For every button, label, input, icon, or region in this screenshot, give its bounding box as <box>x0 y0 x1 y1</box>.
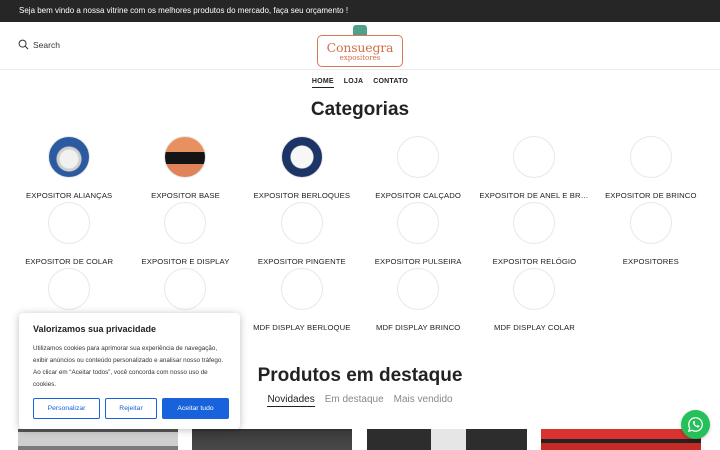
search-label: Search <box>33 39 60 50</box>
announcement-bar: Seja bem vindo a nossa vitrine com os me… <box>0 0 720 22</box>
category-item[interactable]: EXPOSITOR DE ANEL E BRINCO <box>476 136 593 202</box>
category-label: EXPOSITOR CALÇADO <box>375 191 461 200</box>
category-image <box>280 202 323 244</box>
category-image <box>513 136 556 178</box>
nav-contato[interactable]: CONTATO <box>373 78 408 88</box>
tab-mais-vendido[interactable]: Mais vendido <box>394 394 453 407</box>
cookie-text: Utilizamos cookies para aprimorar sua ex… <box>33 345 224 388</box>
category-image <box>48 268 91 310</box>
nav-home[interactable]: HOME <box>311 78 334 88</box>
category-label: EXPOSITOR DE BRINCO <box>605 191 697 200</box>
category-image <box>164 136 207 178</box>
cookie-consent-dialog: Valorizamos sua privacidade Utilizamos c… <box>19 313 240 429</box>
category-label: EXPOSITORES <box>622 257 679 266</box>
category-item[interactable]: EXPOSITORES <box>593 202 709 268</box>
reject-cookies-button[interactable]: Rejeitar <box>105 398 157 419</box>
category-item[interactable]: EXPOSITOR ALIANÇAS <box>11 136 127 202</box>
category-image <box>280 136 323 178</box>
product-card-image[interactable] <box>18 429 178 450</box>
category-image <box>513 268 556 310</box>
main-nav: HOME LOJA CONTATO <box>0 78 720 88</box>
category-image <box>48 202 91 244</box>
categories-title: Categorias <box>310 99 410 120</box>
customize-cookies-button[interactable]: Personalizar <box>33 398 100 419</box>
category-label: MDF DISPLAY BRINCO <box>375 323 461 332</box>
category-image <box>397 136 440 178</box>
logo-subtitle: expositores <box>339 54 381 62</box>
category-item[interactable]: EXPOSITOR CALÇADO <box>360 136 476 202</box>
category-item[interactable]: EXPOSITOR DE COLAR <box>11 202 127 268</box>
category-item[interactable]: MDF DISPLAY BERLOQUE <box>244 268 360 334</box>
category-grid: EXPOSITOR ALIANÇAS EXPOSITOR BASE EXPOSI… <box>11 136 709 334</box>
category-image <box>48 136 91 178</box>
category-image <box>629 136 672 178</box>
site-logo[interactable]: Consuegra expositores <box>317 25 403 69</box>
category-label: MDF DISPLAY COLAR <box>494 323 575 332</box>
category-label: EXPOSITOR RELÓGIO <box>492 257 577 266</box>
category-item[interactable]: MDF DISPLAY COLAR <box>476 268 592 334</box>
category-image <box>164 202 207 244</box>
nav-loja[interactable]: LOJA <box>344 78 363 88</box>
whatsapp-icon <box>687 417 703 433</box>
whatsapp-button[interactable] <box>681 410 710 439</box>
category-image <box>164 268 207 310</box>
accept-cookies-button[interactable]: Aceitar tudo <box>162 398 229 419</box>
category-label: EXPOSITOR BASE <box>151 191 220 200</box>
search-icon <box>18 39 29 50</box>
category-label: EXPOSITOR BERLOQUES <box>253 191 351 200</box>
category-item[interactable]: MDF DISPLAY BRINCO <box>360 268 476 334</box>
category-image <box>280 268 323 310</box>
category-item[interactable]: EXPOSITOR DE BRINCO <box>593 136 709 202</box>
category-item[interactable]: EXPOSITOR E DISPLAY <box>127 202 243 268</box>
category-label: EXPOSITOR PINGENTE <box>257 257 346 266</box>
tab-novidades[interactable]: Novidades <box>267 394 315 407</box>
product-card-image[interactable] <box>192 429 352 450</box>
category-image <box>397 268 440 310</box>
category-item[interactable]: EXPOSITOR BERLOQUES <box>244 136 360 202</box>
category-label: EXPOSITOR E DISPLAY <box>141 257 230 266</box>
search-button[interactable]: Search <box>18 39 60 50</box>
product-card-image[interactable] <box>541 429 701 450</box>
category-image <box>397 202 440 244</box>
announcement-text: Seja bem vindo a nossa vitrine com os me… <box>19 6 349 15</box>
category-label: EXPOSITOR DE ANEL E BRINCO <box>479 191 593 200</box>
category-item[interactable]: EXPOSITOR PINGENTE <box>244 202 360 268</box>
site-header: Search Consuegra expositores <box>0 22 720 70</box>
category-label: EXPOSITOR PULSEIRA <box>374 257 462 266</box>
category-image <box>513 202 556 244</box>
tab-em-destaque[interactable]: Em destaque <box>325 394 384 407</box>
category-item[interactable]: EXPOSITOR BASE <box>127 136 243 202</box>
category-label: EXPOSITOR ALIANÇAS <box>26 191 113 200</box>
category-label: EXPOSITOR DE COLAR <box>25 257 114 266</box>
category-item[interactable]: EXPOSITOR RELÓGIO <box>476 202 592 268</box>
logo-title: Consuegra <box>326 40 394 55</box>
category-image <box>629 202 672 244</box>
category-item[interactable]: EXPOSITOR PULSEIRA <box>360 202 476 268</box>
cookie-title: Valorizamos sua privacidade <box>33 324 157 334</box>
category-label: MDF DISPLAY BERLOQUE <box>253 323 351 332</box>
product-card-image[interactable] <box>367 429 527 450</box>
